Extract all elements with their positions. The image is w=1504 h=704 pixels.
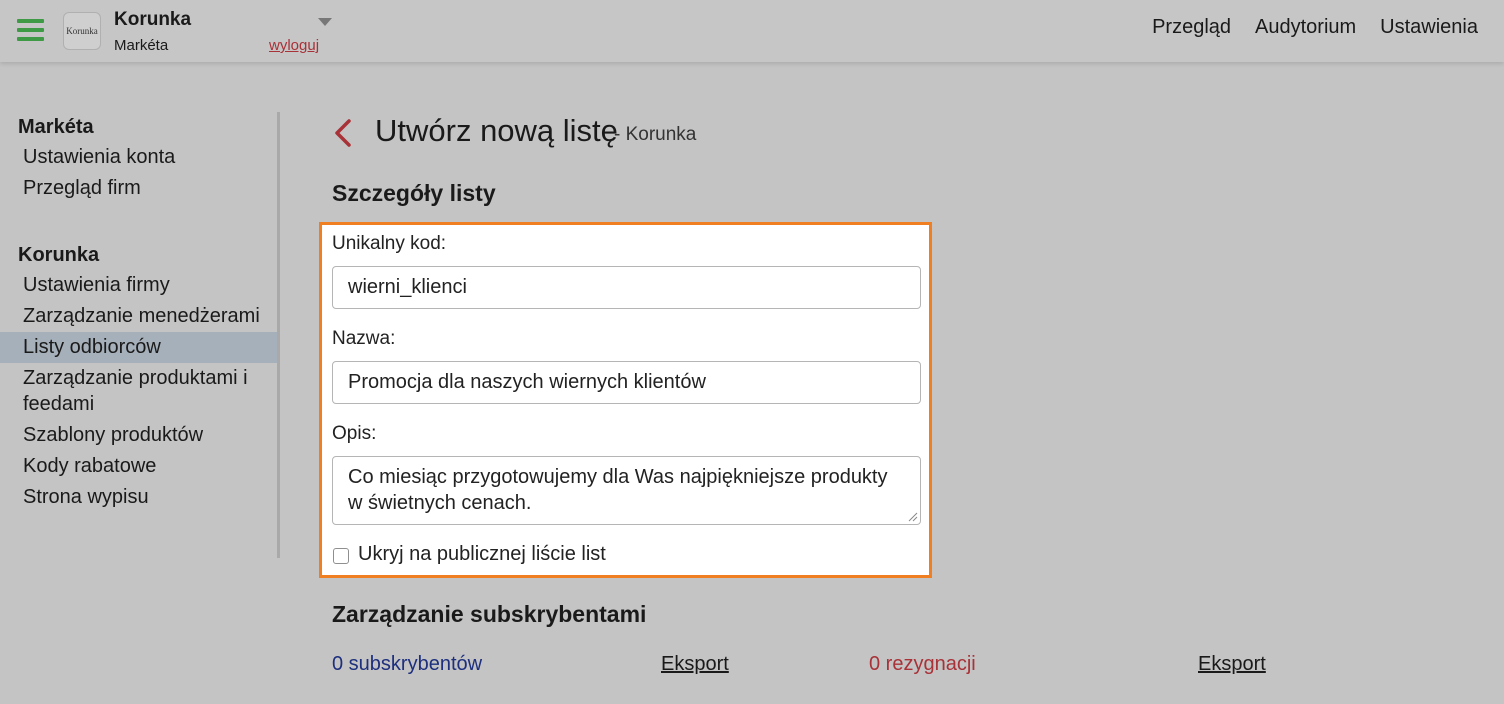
hamburger-menu-icon[interactable] [17, 19, 44, 41]
description-text: Co miesiąc przygotowujemy dla Was najpię… [348, 466, 888, 514]
sidebar-item-companies-overview[interactable]: Przegląd firm [0, 173, 277, 204]
description-textarea[interactable]: Co miesiąc przygotowujemy dla Was najpię… [332, 456, 921, 525]
list-details-heading: Szczegóły listy [332, 180, 496, 206]
nav-settings[interactable]: Ustawienia [1380, 16, 1478, 39]
subscriber-management-heading: Zarządzanie subskrybentami [332, 601, 647, 627]
account-dropdown-chevron-icon[interactable] [318, 18, 332, 26]
sidebar-heading-company: Korunka [18, 244, 100, 266]
hide-public-checkbox[interactable] [333, 548, 349, 564]
sidebar: Markéta Ustawienia konta Przegląd firm K… [0, 112, 280, 558]
back-arrow-icon[interactable] [333, 118, 353, 148]
sidebar-item-products-feeds[interactable]: Zarządzanie produktami i feedami [0, 363, 277, 420]
sidebar-item-company-settings[interactable]: Ustawienia firmy [0, 270, 277, 301]
company-name: Korunka [114, 9, 192, 30]
sidebar-heading-user: Markéta [18, 116, 94, 138]
sidebar-item-unsubscribe-page[interactable]: Strona wypisu [0, 482, 277, 513]
logout-link[interactable]: wyloguj [269, 37, 319, 54]
sidebar-item-account-settings[interactable]: Ustawienia konta [0, 142, 277, 173]
user-name: Markéta [114, 37, 169, 54]
sidebar-item-discount-codes[interactable]: Kody rabatowe [0, 451, 277, 482]
page-subtitle: - Korunka [614, 124, 697, 145]
sidebar-item-managers[interactable]: Zarządzanie menedżerami [0, 301, 277, 332]
export-unsubscribes-link[interactable]: Eksport [1198, 653, 1266, 676]
sidebar-item-product-templates[interactable]: Szablony produktów [0, 420, 277, 451]
nav-overview[interactable]: Przegląd [1152, 16, 1231, 39]
unsubscribes-count-link[interactable]: 0 rezygnacji [869, 653, 976, 676]
page-title: Utwórz nową listę [375, 113, 618, 148]
description-label: Opis: [332, 423, 377, 444]
unique-code-label: Unikalny kod: [332, 233, 447, 254]
name-label: Nazwa: [332, 328, 396, 349]
resize-grip-icon[interactable] [908, 512, 918, 522]
subscribers-count-link[interactable]: 0 subskrybentów [332, 653, 482, 676]
hide-public-label[interactable]: Ukryj na publicznej liście list [358, 543, 606, 566]
export-subscribers-link[interactable]: Eksport [661, 653, 729, 676]
sidebar-item-recipient-lists[interactable]: Listy odbiorców [0, 332, 277, 363]
list-details-form: Unikalny kod: wierni_klienci Nazwa: Prom… [319, 222, 932, 578]
unique-code-input[interactable]: wierni_klienci [332, 266, 921, 309]
nav-audience[interactable]: Audytorium [1255, 16, 1356, 39]
top-nav: Przegląd Audytorium Ustawienia [1152, 16, 1478, 39]
company-logo: Korunka [63, 12, 101, 50]
top-bar: Korunka Korunka Markéta wyloguj Przegląd… [0, 0, 1504, 62]
name-input[interactable]: Promocja dla naszych wiernych klientów [332, 361, 921, 404]
